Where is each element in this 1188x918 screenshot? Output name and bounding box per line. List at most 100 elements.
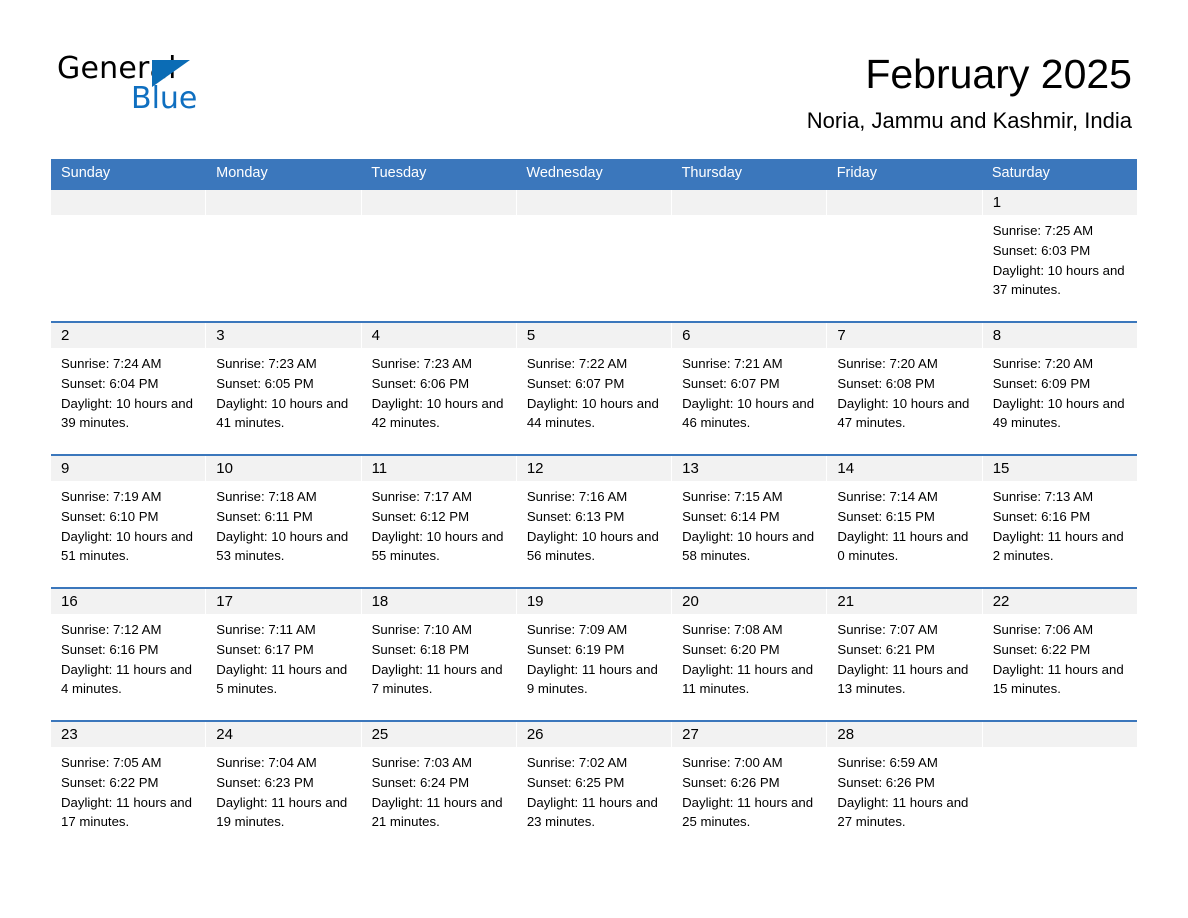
day-cell-22[interactable]: 22 Sunrise: 7:06 AM Sunset: 6:22 PM Dayligh… [982, 589, 1137, 720]
sunset-text: Sunset: 6:26 PM [837, 774, 935, 790]
sunset-text: Sunset: 6:19 PM [526, 641, 625, 657]
weekday-header-wednesday: Wednesday [526, 165, 603, 181]
day-cell-2[interactable]: 2 Sunrise: 7:24 AM Sunset: 6:04 PM Daylight… [51, 323, 207, 454]
day-details: Sunrise: 7:22 AM Sunset: 6:07 PM Daylight:… [517, 348, 671, 433]
sunrise-text: Sunrise: 7:00 AM [682, 755, 783, 770]
sunset-text: Sunset: 6:17 PM [216, 641, 314, 657]
daylight-text: Daylight: 11 hours and 21 minutes. [371, 794, 503, 830]
sunset-text: Sunset: 6:20 PM [682, 641, 780, 657]
day-cell-15[interactable]: 15 Sunrise: 7:13 AM Sunset: 6:16 PM Dayligh… [982, 456, 1137, 587]
day-number: 23 [61, 726, 78, 743]
day-cell-18[interactable]: 18 Sunrise: 7:10 AM Sunset: 6:18 PM Dayligh… [361, 589, 517, 720]
general-blue-logo[interactable]: General Blue [57, 52, 257, 116]
day-number-band: 24 [206, 722, 361, 747]
day-number-band: 13 [672, 456, 827, 481]
day-cell-16[interactable]: 16 Sunrise: 7:12 AM Sunset: 6:16 PM Dayligh… [51, 589, 207, 720]
day-number: 16 [61, 593, 78, 610]
day-number: 7 [837, 327, 846, 344]
day-number: 9 [61, 460, 70, 477]
day-cell-8[interactable]: 8 Sunrise: 7:20 AM Sunset: 6:09 PM Daylight… [982, 323, 1137, 454]
day-cell-12[interactable]: 12 Sunrise: 7:16 AM Sunset: 6:13 PM Dayligh… [516, 456, 673, 587]
day-number-band: 28 [827, 722, 982, 747]
day-details: Sunrise: 7:10 AM Sunset: 6:18 PM Daylight:… [362, 614, 516, 699]
brand-name-blue: Blue [131, 81, 198, 116]
daylight-text: Daylight: 10 hours and 51 minutes. [61, 528, 193, 564]
sunset-text: Sunset: 6:23 PM [216, 774, 314, 790]
day-details: Sunrise: 7:13 AM Sunset: 6:16 PM Daylight:… [983, 481, 1137, 566]
day-number-band: 5 [516, 323, 672, 348]
daylight-text: Daylight: 10 hours and 37 minutes. [992, 262, 1125, 298]
sunset-text: Sunset: 6:04 PM [61, 375, 159, 391]
day-cell-23[interactable]: 23 Sunrise: 7:05 AM Sunset: 6:22 PM Dayligh… [51, 722, 207, 853]
daylight-text: Daylight: 11 hours and 23 minutes. [526, 794, 658, 830]
day-details: Sunrise: 7:04 AM Sunset: 6:23 PM Daylight:… [206, 747, 360, 832]
sunset-text: Sunset: 6:08 PM [837, 375, 935, 391]
day-number-band: 12 [516, 456, 672, 481]
day-cell-1[interactable]: 1 Sunrise: 7:25 AM Sunset: 6:03 PM Daylight… [982, 190, 1137, 321]
daylight-text: Daylight: 10 hours and 39 minutes. [61, 395, 193, 431]
day-number: 13 [682, 460, 699, 477]
day-cell-3[interactable]: 3 Sunrise: 7:23 AM Sunset: 6:05 PM Daylight… [206, 323, 362, 454]
calendar-page: General Blue February 2025 Noria, Jammu … [0, 0, 1188, 918]
day-cell-5[interactable]: 5 Sunrise: 7:22 AM Sunset: 6:07 PM Daylight… [516, 323, 673, 454]
day-number-band [206, 190, 361, 215]
calendar-week-row: 2 Sunrise: 7:24 AM Sunset: 6:04 PM Daylight… [51, 321, 1137, 454]
day-cell-27[interactable]: 27 Sunrise: 7:00 AM Sunset: 6:26 PM Dayligh… [672, 722, 828, 853]
day-number-band: 8 [982, 323, 1137, 348]
calendar-week-row: 23 Sunrise: 7:05 AM Sunset: 6:22 PM Dayligh… [51, 720, 1137, 853]
day-cell-28[interactable]: 28 Sunrise: 6:59 AM Sunset: 6:26 PM Dayligh… [827, 722, 983, 853]
day-number: 25 [371, 726, 389, 743]
day-number-band: 7 [827, 323, 982, 348]
sunrise-text: Sunrise: 7:08 AM [682, 622, 783, 637]
day-number: 6 [682, 327, 691, 344]
sunset-text: Sunset: 6:21 PM [837, 641, 935, 657]
day-number-band: 16 [51, 589, 206, 614]
sunset-text: Sunset: 6:25 PM [526, 774, 625, 790]
day-cell-9[interactable]: 9 Sunrise: 7:19 AM Sunset: 6:10 PM Daylight… [51, 456, 207, 587]
daylight-text: Daylight: 10 hours and 56 minutes. [526, 528, 659, 564]
daylight-text: Daylight: 10 hours and 49 minutes. [992, 395, 1125, 431]
day-details: Sunrise: 7:23 AM Sunset: 6:05 PM Daylight:… [206, 348, 360, 433]
sunrise-text: Sunrise: 7:07 AM [837, 622, 938, 637]
sunset-text: Sunset: 6:11 PM [216, 508, 313, 524]
day-cell-19[interactable]: 19 Sunrise: 7:09 AM Sunset: 6:19 PM Dayligh… [516, 589, 673, 720]
day-cell-4[interactable]: 4 Sunrise: 7:23 AM Sunset: 6:06 PM Daylight… [361, 323, 517, 454]
day-number-band: 9 [51, 456, 206, 481]
sunset-text: Sunset: 6:16 PM [992, 508, 1091, 524]
daylight-text: Daylight: 11 hours and 7 minutes. [371, 661, 503, 697]
day-cell-26[interactable]: 26 Sunrise: 7:02 AM Sunset: 6:25 PM Dayligh… [516, 722, 673, 853]
daylight-text: Daylight: 10 hours and 44 minutes. [526, 395, 659, 431]
day-number: 22 [992, 593, 1010, 610]
day-cell-14[interactable]: 14 Sunrise: 7:14 AM Sunset: 6:15 PM Dayligh… [827, 456, 983, 587]
day-cell-10[interactable]: 10 Sunrise: 7:18 AM Sunset: 6:11 PM Dayligh… [206, 456, 362, 587]
day-number: 28 [837, 726, 855, 743]
day-cell-6[interactable]: 6 Sunrise: 7:21 AM Sunset: 6:07 PM Daylight… [672, 323, 828, 454]
sunrise-text: Sunrise: 7:23 AM [216, 356, 317, 371]
day-cell-21[interactable]: 21 Sunrise: 7:07 AM Sunset: 6:21 PM Dayligh… [827, 589, 983, 720]
day-number: 27 [682, 726, 699, 743]
weekday-header-tuesday: Tuesday [371, 165, 427, 181]
day-number-band: 15 [982, 456, 1137, 481]
page-title: February 2025 [865, 51, 1132, 97]
daylight-text: Daylight: 11 hours and 25 minutes. [682, 794, 814, 830]
day-cell-25[interactable]: 25 Sunrise: 7:03 AM Sunset: 6:24 PM Dayligh… [361, 722, 517, 853]
sunset-text: Sunset: 6:14 PM [682, 508, 780, 524]
day-cell-20[interactable]: 20 Sunrise: 7:08 AM Sunset: 6:20 PM Dayligh… [672, 589, 828, 720]
day-cell-11[interactable]: 11 Sunrise: 7:17 AM Sunset: 6:12 PM Dayligh… [361, 456, 517, 587]
sunrise-text: Sunrise: 7:11 AM [216, 622, 316, 637]
day-number-band [827, 190, 982, 215]
day-cell-empty [361, 190, 517, 321]
day-cell-7[interactable]: 7 Sunrise: 7:20 AM Sunset: 6:08 PM Daylight… [827, 323, 983, 454]
day-details: Sunrise: 7:18 AM Sunset: 6:11 PM Daylight:… [206, 481, 360, 566]
calendar-table: Sunday Monday Tuesday Wednesday Thursday Frid… [51, 159, 1137, 853]
daylight-text: Daylight: 11 hours and 9 minutes. [526, 661, 658, 697]
sunrise-text: Sunrise: 7:06 AM [992, 622, 1094, 637]
day-number: 18 [371, 593, 389, 610]
day-cell-24[interactable]: 24 Sunrise: 7:04 AM Sunset: 6:23 PM Dayligh… [206, 722, 362, 853]
day-cell-13[interactable]: 13 Sunrise: 7:15 AM Sunset: 6:14 PM Dayligh… [672, 456, 828, 587]
day-cell-17[interactable]: 17 Sunrise: 7:11 AM Sunset: 6:17 PM Dayligh… [206, 589, 362, 720]
day-details: Sunrise: 7:14 AM Sunset: 6:15 PM Daylight:… [827, 481, 981, 566]
day-number: 4 [371, 327, 380, 344]
sunset-text: Sunset: 6:12 PM [371, 508, 470, 524]
sunrise-text: Sunrise: 7:16 AM [526, 489, 628, 504]
